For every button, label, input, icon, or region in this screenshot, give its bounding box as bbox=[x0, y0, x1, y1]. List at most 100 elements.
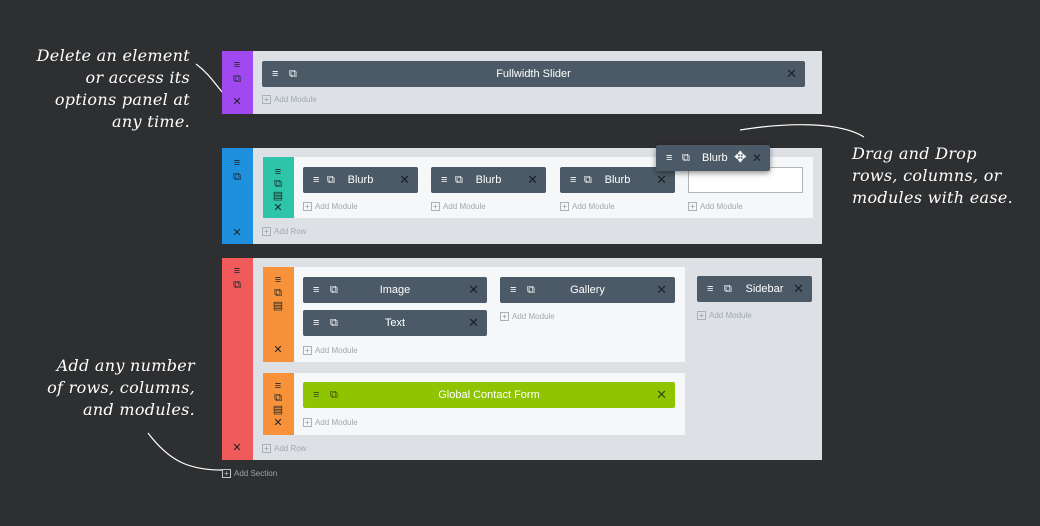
menu-icon[interactable]: ≡ bbox=[510, 284, 516, 296]
copy-icon[interactable]: ⧉ bbox=[230, 74, 244, 85]
section-handle[interactable]: ≡ ⧉ ✕ bbox=[222, 258, 253, 460]
plus-icon: + bbox=[262, 444, 271, 454]
close-icon[interactable]: ✕ bbox=[271, 345, 285, 356]
add-module-link[interactable]: + Add Module bbox=[500, 312, 555, 322]
menu-icon[interactable]: ≡ bbox=[313, 317, 319, 329]
copy-icon[interactable]: ⧉ bbox=[330, 389, 338, 401]
close-icon[interactable]: ✕ bbox=[468, 283, 479, 297]
menu-icon[interactable]: ≡ bbox=[230, 60, 244, 71]
close-icon[interactable]: ✕ bbox=[793, 282, 804, 296]
add-module-link[interactable]: + Add Module bbox=[697, 311, 752, 321]
add-module-label: Add Module bbox=[315, 202, 358, 211]
menu-icon[interactable]: ≡ bbox=[271, 167, 285, 178]
add-row-link[interactable]: + Add Row bbox=[262, 227, 306, 237]
menu-icon[interactable]: ≡ bbox=[313, 174, 319, 186]
close-icon[interactable]: ✕ bbox=[656, 388, 667, 402]
copy-icon[interactable]: ⧉ bbox=[271, 393, 285, 404]
menu-icon[interactable]: ≡ bbox=[230, 266, 244, 277]
plus-icon: + bbox=[688, 202, 697, 212]
copy-icon[interactable]: ⧉ bbox=[271, 288, 285, 299]
menu-icon[interactable]: ≡ bbox=[441, 174, 447, 186]
module-gallery[interactable]: ≡ ⧉ Gallery ✕ bbox=[500, 277, 675, 303]
section-fullwidth: ≡ ⧉ ✕ ≡ ⧉ Fullwidth Slider ✕ + Add Module bbox=[222, 51, 822, 114]
plus-icon: + bbox=[560, 202, 569, 212]
add-module-label: Add Module bbox=[709, 311, 752, 320]
add-row-label: Add Row bbox=[274, 227, 307, 236]
plus-icon: + bbox=[262, 227, 271, 237]
columns-icon[interactable]: ▤ bbox=[271, 405, 285, 416]
menu-icon[interactable]: ≡ bbox=[271, 275, 285, 286]
close-icon[interactable]: ✕ bbox=[786, 67, 797, 81]
module-label: Fullwidth Slider bbox=[496, 68, 571, 80]
add-module-link[interactable]: + Add Module bbox=[431, 202, 486, 212]
menu-icon[interactable]: ≡ bbox=[271, 381, 285, 392]
add-module-link[interactable]: + Add Module bbox=[262, 95, 317, 105]
add-module-label: Add Module bbox=[512, 312, 555, 321]
add-module-link[interactable]: + Add Module bbox=[688, 202, 743, 212]
plus-icon: + bbox=[262, 95, 271, 105]
copy-icon[interactable]: ⧉ bbox=[527, 284, 535, 296]
module-blurb[interactable]: ≡ ⧉ Blurb ✕ bbox=[431, 167, 546, 193]
menu-icon[interactable]: ≡ bbox=[707, 283, 713, 295]
copy-icon[interactable]: ⧉ bbox=[584, 174, 592, 186]
row-handle[interactable]: ≡ ⧉ ▤ ✕ bbox=[263, 157, 294, 218]
module-global-contact-form[interactable]: ≡ ⧉ Global Contact Form ✕ bbox=[303, 382, 675, 408]
columns-icon[interactable]: ▤ bbox=[271, 191, 285, 202]
close-icon[interactable]: ✕ bbox=[230, 228, 244, 239]
module-label: Global Contact Form bbox=[438, 389, 540, 401]
plus-icon: + bbox=[303, 346, 312, 356]
module-text[interactable]: ≡ ⧉ Text ✕ bbox=[303, 310, 487, 336]
close-icon[interactable]: ✕ bbox=[271, 203, 285, 214]
add-module-label: Add Module bbox=[315, 346, 358, 355]
module-image[interactable]: ≡ ⧉ Image ✕ bbox=[303, 277, 487, 303]
copy-icon[interactable]: ⧉ bbox=[230, 280, 244, 291]
menu-icon[interactable]: ≡ bbox=[570, 174, 576, 186]
row-handle[interactable]: ≡ ⧉ ▤ ✕ bbox=[263, 267, 294, 362]
menu-icon[interactable]: ≡ bbox=[666, 152, 672, 164]
copy-icon[interactable]: ⧉ bbox=[289, 68, 297, 80]
copy-icon[interactable]: ⧉ bbox=[330, 284, 338, 296]
close-icon[interactable]: ✕ bbox=[399, 173, 410, 187]
move-icon[interactable]: ✥ bbox=[734, 150, 747, 166]
module-sidebar[interactable]: ≡ ⧉ Sidebar ✕ bbox=[697, 276, 812, 302]
copy-icon[interactable]: ⧉ bbox=[724, 283, 732, 295]
close-icon[interactable]: ✕ bbox=[230, 443, 244, 454]
copy-icon[interactable]: ⧉ bbox=[327, 174, 335, 186]
add-module-link[interactable]: + Add Module bbox=[560, 202, 615, 212]
copy-icon[interactable]: ⧉ bbox=[330, 317, 338, 329]
copy-icon[interactable]: ⧉ bbox=[271, 179, 285, 190]
close-icon[interactable]: ✕ bbox=[271, 418, 285, 429]
columns-icon[interactable]: ▤ bbox=[271, 301, 285, 312]
close-icon[interactable]: ✕ bbox=[752, 151, 762, 165]
section-handle[interactable]: ≡ ⧉ ✕ bbox=[222, 51, 253, 114]
add-row-link[interactable]: + Add Row bbox=[262, 444, 306, 454]
add-module-link[interactable]: + Add Module bbox=[303, 202, 358, 212]
close-icon[interactable]: ✕ bbox=[656, 173, 667, 187]
close-icon[interactable]: ✕ bbox=[527, 173, 538, 187]
plus-icon: + bbox=[431, 202, 440, 212]
module-label: Blurb bbox=[702, 152, 728, 164]
arrow-right bbox=[739, 124, 865, 138]
add-section-label: Add Section bbox=[234, 469, 278, 478]
menu-icon[interactable]: ≡ bbox=[313, 284, 319, 296]
add-module-link[interactable]: + Add Module bbox=[303, 418, 358, 428]
module-blurb[interactable]: ≡ ⧉ Blurb ✕ bbox=[303, 167, 418, 193]
menu-icon[interactable]: ≡ bbox=[272, 68, 278, 80]
copy-icon[interactable]: ⧉ bbox=[455, 174, 463, 186]
add-module-link[interactable]: + Add Module bbox=[303, 346, 358, 356]
menu-icon[interactable]: ≡ bbox=[230, 158, 244, 169]
close-icon[interactable]: ✕ bbox=[656, 283, 667, 297]
module-fullwidth-slider[interactable]: ≡ ⧉ Fullwidth Slider ✕ bbox=[262, 61, 805, 87]
copy-icon[interactable]: ⧉ bbox=[682, 152, 690, 164]
row-handle[interactable]: ≡ ⧉ ▤ ✕ bbox=[263, 373, 294, 435]
copy-icon[interactable]: ⧉ bbox=[230, 172, 244, 183]
module-blurb-dragging[interactable]: ≡ ⧉ Blurb ✥ ✕ bbox=[656, 145, 770, 171]
section-handle[interactable]: ≡ ⧉ ✕ bbox=[222, 148, 253, 244]
close-icon[interactable]: ✕ bbox=[468, 316, 479, 330]
close-icon[interactable]: ✕ bbox=[230, 97, 244, 108]
arrow-bottom-left bbox=[147, 432, 223, 471]
row: ≡ ⧉ ▤ ✕ ≡ ⧉ Image ✕ ≡ ⧉ Text ✕ + Add Modu… bbox=[263, 267, 685, 362]
plus-icon: + bbox=[222, 469, 231, 479]
menu-icon[interactable]: ≡ bbox=[313, 389, 319, 401]
add-section-link[interactable]: + Add Section bbox=[222, 469, 277, 479]
